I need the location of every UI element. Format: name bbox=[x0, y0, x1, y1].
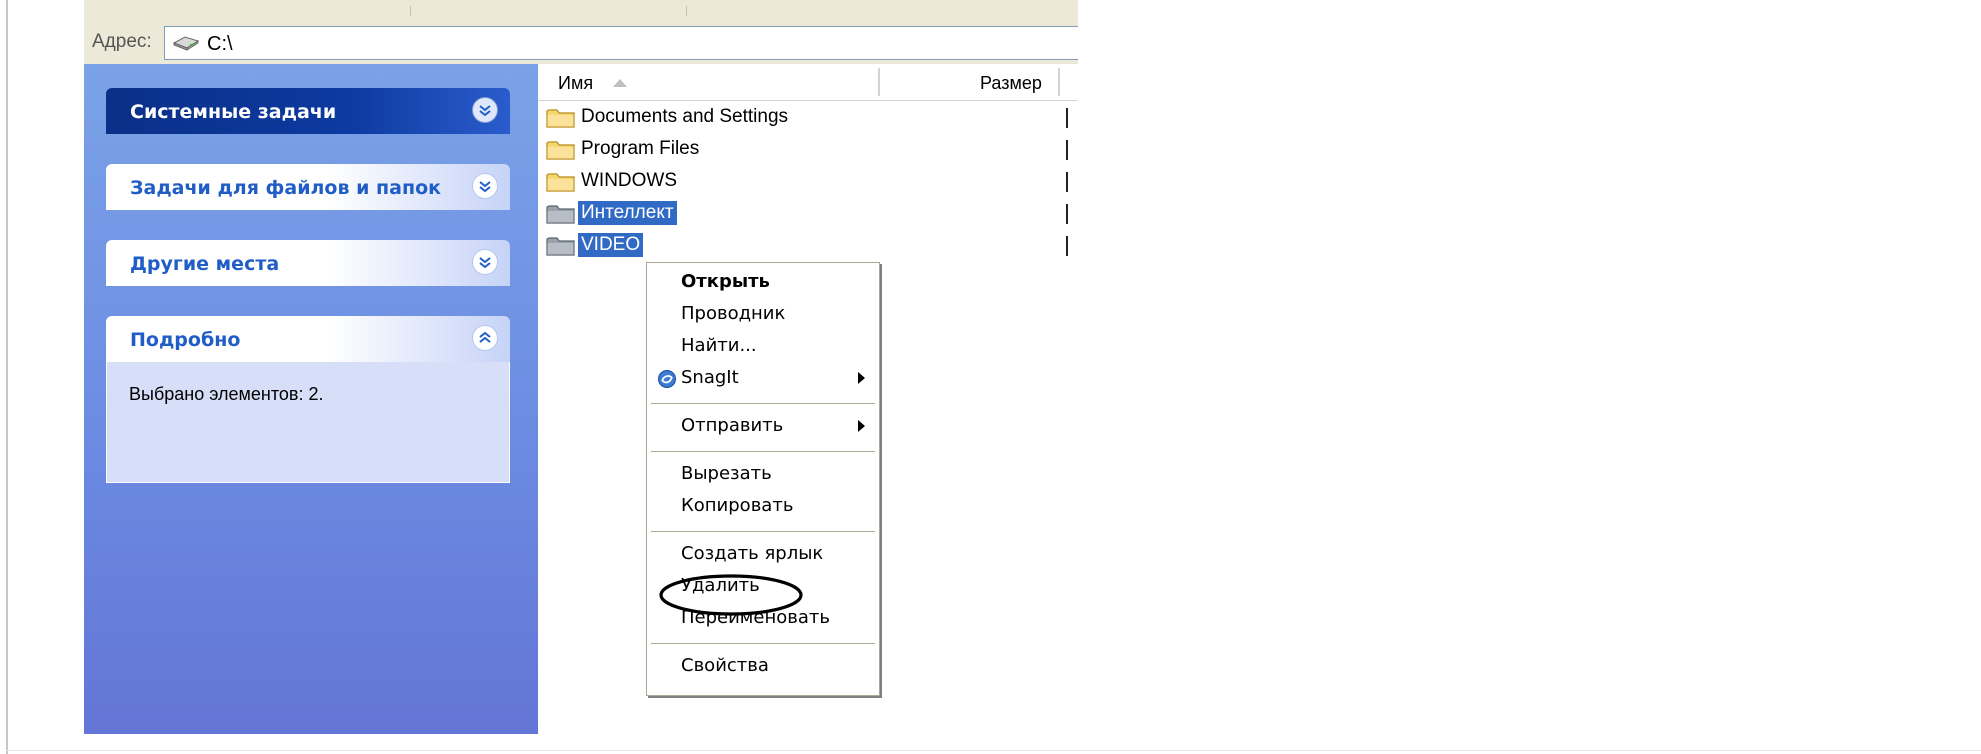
menu-item-explorer[interactable]: Проводник bbox=[647, 299, 879, 329]
selection-count-text: Выбрано элементов: 2. bbox=[129, 384, 324, 404]
menu-item-label: Создать ярлык bbox=[681, 543, 824, 564]
submenu-arrow-icon bbox=[858, 420, 865, 432]
address-field[interactable]: C:\ bbox=[164, 26, 1078, 60]
column-header-size[interactable]: Размер bbox=[980, 73, 1042, 94]
file-name: Documents and Settings bbox=[581, 106, 789, 127]
menu-item-label: Вырезать bbox=[681, 463, 772, 484]
menu-item-cut[interactable]: Вырезать bbox=[647, 459, 879, 489]
panel-file-tasks: Задачи для файлов и папок bbox=[106, 164, 510, 210]
column-header-name[interactable]: Имя bbox=[558, 73, 593, 94]
menu-separator bbox=[651, 531, 875, 532]
menu-item-label: Удалить bbox=[681, 575, 760, 596]
clipped-column-text bbox=[1066, 108, 1072, 128]
folder-icon bbox=[546, 109, 575, 128]
menu-separator bbox=[651, 643, 875, 644]
expand-chevron-icon[interactable] bbox=[472, 173, 498, 199]
menu-item-label: Свойства bbox=[681, 655, 769, 676]
panel-title: Задачи для файлов и папок bbox=[130, 177, 442, 199]
menu-item-label: Копировать bbox=[681, 495, 794, 516]
menu-item-label: SnagIt bbox=[681, 367, 739, 388]
address-value: C:\ bbox=[207, 33, 233, 55]
expand-chevron-icon[interactable] bbox=[472, 249, 498, 275]
menu-item-label: Отправить bbox=[681, 415, 784, 436]
collapse-chevron-icon[interactable] bbox=[472, 325, 498, 351]
menu-item-label: Переименовать bbox=[681, 607, 830, 628]
folder-gray-icon bbox=[546, 237, 575, 256]
file-name: WINDOWS bbox=[581, 170, 678, 191]
menu-separator bbox=[651, 403, 875, 404]
menu-item-snagit[interactable]: SnagIt bbox=[647, 363, 879, 393]
menu-item-properties[interactable]: Свойства bbox=[647, 651, 879, 681]
panel-details: Подробно Выбрано элементов: 2. bbox=[106, 316, 510, 483]
panel-header-other-places[interactable]: Другие места bbox=[106, 240, 510, 286]
file-name: Program Files bbox=[581, 138, 700, 159]
toolbar-strip bbox=[84, 0, 1078, 23]
menu-item-rename[interactable]: Переименовать bbox=[647, 603, 879, 633]
page-left-border bbox=[6, 0, 8, 754]
folder-gray-icon bbox=[546, 205, 575, 224]
menu-item-create-shortcut[interactable]: Создать ярлык bbox=[647, 539, 879, 569]
menu-item-label: Открыть bbox=[681, 271, 770, 292]
panel-body-details: Выбрано элементов: 2. bbox=[106, 362, 510, 483]
panel-other-places: Другие места bbox=[106, 240, 510, 286]
panel-title: Другие места bbox=[130, 253, 280, 275]
clipped-column-text bbox=[1066, 204, 1072, 224]
clipped-column-text bbox=[1066, 140, 1072, 160]
panel-header-system-tasks[interactable]: Системные задачи bbox=[106, 88, 510, 134]
menu-item-delete[interactable]: Удалить bbox=[647, 571, 879, 601]
toolbar-divider bbox=[686, 6, 687, 16]
panel-header-file-tasks[interactable]: Задачи для файлов и папок bbox=[106, 164, 510, 210]
panel-header-details[interactable]: Подробно bbox=[106, 316, 510, 362]
address-label: Адрес: bbox=[92, 31, 152, 52]
page-bottom-line bbox=[6, 750, 1981, 751]
panel-title: Подробно bbox=[130, 329, 241, 351]
toolbar-divider bbox=[410, 6, 411, 16]
drive-icon bbox=[173, 36, 199, 51]
folder-icon bbox=[546, 173, 575, 192]
address-bar: Адрес: C:\ bbox=[84, 22, 1078, 64]
sort-ascending-icon bbox=[613, 79, 627, 87]
context-menu: Открыть Проводник Найти... SnagIt Отправ… bbox=[646, 262, 880, 696]
submenu-arrow-icon bbox=[858, 372, 865, 384]
panel-title: Системные задачи bbox=[130, 101, 337, 123]
expand-chevron-icon[interactable] bbox=[472, 97, 498, 123]
folder-icon bbox=[546, 141, 575, 160]
clipped-column-text bbox=[1066, 172, 1072, 192]
menu-separator bbox=[651, 451, 875, 452]
column-separator[interactable] bbox=[878, 68, 880, 96]
panel-system-tasks: Системные задачи bbox=[106, 88, 510, 134]
menu-item-open[interactable]: Открыть bbox=[647, 267, 879, 297]
menu-item-label: Проводник bbox=[681, 303, 786, 324]
task-pane: Системные задачи Задачи для файлов и пап… bbox=[84, 64, 538, 734]
menu-item-copy[interactable]: Копировать bbox=[647, 491, 879, 521]
menu-item-search[interactable]: Найти... bbox=[647, 331, 879, 361]
menu-item-label: Найти... bbox=[681, 335, 757, 356]
snagit-icon bbox=[658, 370, 676, 388]
file-name: Интеллект bbox=[578, 201, 677, 225]
clipped-column-text bbox=[1066, 236, 1072, 256]
file-name: VIDEO bbox=[578, 233, 644, 257]
column-header-row: Имя Размер bbox=[538, 64, 1078, 101]
menu-item-send-to[interactable]: Отправить bbox=[647, 411, 879, 441]
column-separator[interactable] bbox=[1058, 68, 1060, 96]
